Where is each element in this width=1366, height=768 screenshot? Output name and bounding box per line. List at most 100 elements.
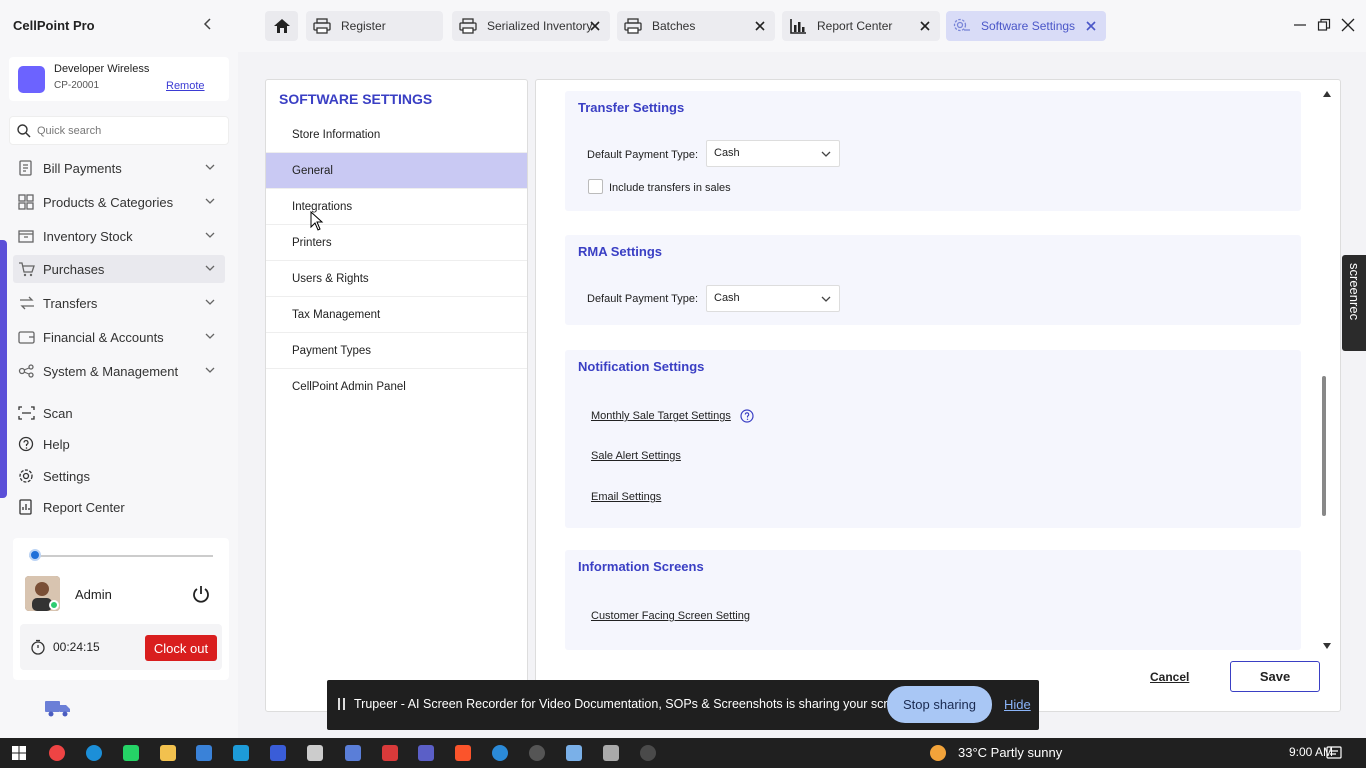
- tab-software-settings[interactable]: Software Settings: [946, 11, 1106, 41]
- edge-icon[interactable]: [86, 745, 102, 761]
- sidebar-item-inventory-stock[interactable]: Inventory Stock: [13, 222, 225, 250]
- quick-search[interactable]: [9, 116, 229, 145]
- timer-text: 00:24:15: [53, 640, 100, 654]
- chevron-down-icon: [205, 299, 215, 305]
- customer-facing-screen-link[interactable]: Customer Facing Screen Setting: [591, 610, 750, 622]
- app-icon[interactable]: [233, 745, 249, 761]
- menu-item-payment-types[interactable]: Payment Types: [266, 333, 527, 369]
- stop-sharing-button[interactable]: Stop sharing: [887, 686, 992, 723]
- app-icon[interactable]: [492, 745, 508, 761]
- menu-item-users-rights[interactable]: Users & Rights: [266, 261, 527, 297]
- gear-icon: [19, 469, 33, 483]
- sidebar-item-system-management[interactable]: System & Management: [13, 357, 225, 385]
- sidebar-item-products-categories[interactable]: Products & Categories: [13, 188, 225, 216]
- whatsapp-icon[interactable]: [123, 745, 139, 761]
- scrollbar-thumb[interactable]: [1322, 376, 1326, 516]
- menu-item-general[interactable]: General: [266, 153, 527, 189]
- app-icon[interactable]: [196, 745, 212, 761]
- sidebar-item-help[interactable]: Help: [13, 430, 225, 458]
- close-icon[interactable]: [754, 20, 766, 32]
- screen-share-bar: Trupeer - AI Screen Recorder for Video D…: [327, 680, 1039, 730]
- power-icon[interactable]: [191, 584, 211, 604]
- window-close-icon[interactable]: [1341, 18, 1355, 32]
- app-icon[interactable]: [529, 745, 545, 761]
- notification-icon[interactable]: [1326, 745, 1342, 761]
- sale-alert-settings-link[interactable]: Sale Alert Settings: [591, 450, 681, 462]
- app-icon[interactable]: [566, 745, 582, 761]
- search-input[interactable]: [37, 122, 222, 140]
- minimize-icon[interactable]: [1293, 18, 1307, 32]
- sidebar-item-scan[interactable]: Scan: [13, 399, 225, 427]
- menu-item-store-information[interactable]: Store Information: [266, 117, 527, 153]
- hide-share-bar-link[interactable]: Hide: [1004, 697, 1031, 712]
- sidebar-item-label: Products & Categories: [43, 194, 174, 210]
- transfer-settings-section: Transfer Settings Default Payment Type: …: [565, 91, 1301, 211]
- windows-start-icon[interactable]: [11, 745, 27, 761]
- calculator-icon[interactable]: [603, 745, 619, 761]
- app-icon[interactable]: [382, 745, 398, 761]
- default-payment-label: Default Payment Type:: [587, 149, 699, 161]
- app-icon[interactable]: [640, 745, 656, 761]
- scroll-up-icon[interactable]: [1322, 90, 1332, 98]
- menu-item-printers[interactable]: Printers: [266, 225, 527, 261]
- sidebar-accent: [0, 240, 7, 498]
- close-icon[interactable]: [919, 20, 931, 32]
- truck-icon[interactable]: [43, 697, 73, 719]
- home-tab[interactable]: [265, 11, 298, 41]
- sidebar-item-purchases[interactable]: Purchases: [13, 255, 225, 283]
- rma-payment-select[interactable]: Cash: [706, 285, 840, 312]
- wallet-icon: [18, 331, 35, 344]
- search-icon: [17, 124, 31, 138]
- restore-icon[interactable]: [1317, 18, 1331, 32]
- menu-item-tax-management[interactable]: Tax Management: [266, 297, 527, 333]
- notification-settings-section: Notification Settings Monthly Sale Targe…: [565, 350, 1301, 528]
- sidebar-item-report-center[interactable]: Report Center: [13, 493, 225, 521]
- sidebar-item-transfers[interactable]: Transfers: [13, 289, 225, 317]
- cancel-button[interactable]: Cancel: [1150, 670, 1189, 684]
- sidebar-item-settings[interactable]: Settings: [13, 462, 225, 490]
- chevron-down-icon: [205, 232, 215, 238]
- question-icon[interactable]: [740, 409, 754, 423]
- cellpoint-app-icon[interactable]: [270, 745, 286, 761]
- store-name: Developer Wireless: [54, 63, 150, 75]
- sidebar-item-financial-accounts[interactable]: Financial & Accounts: [13, 323, 225, 351]
- printer-icon: [459, 18, 477, 34]
- tab-bar: Register Serialized Inventory Batches Re…: [238, 0, 1366, 52]
- chrome-icon[interactable]: [49, 745, 65, 761]
- file-explorer-icon[interactable]: [160, 745, 176, 761]
- weather-text[interactable]: 33°C Partly sunny: [958, 745, 1062, 760]
- brave-icon[interactable]: [455, 745, 471, 761]
- menu-item-cellpoint-admin-panel[interactable]: CellPoint Admin Panel: [266, 369, 527, 405]
- monthly-sale-target-link[interactable]: Monthly Sale Target Settings: [591, 410, 731, 422]
- store-card[interactable]: Developer Wireless CP-20001 Remote: [9, 57, 229, 101]
- sidebar-item-bill-payments[interactable]: Bill Payments: [13, 154, 225, 182]
- section-title: Information Screens: [578, 559, 704, 574]
- sidebar-item-label: Financial & Accounts: [43, 329, 164, 345]
- screenrec-badge[interactable]: screenrec: [1342, 255, 1366, 351]
- teams-icon[interactable]: [418, 745, 434, 761]
- collapse-sidebar-icon[interactable]: [200, 16, 216, 32]
- menu-item-integrations[interactable]: Integrations: [266, 189, 527, 225]
- tab-report-center[interactable]: Report Center: [782, 11, 940, 41]
- include-transfers-checkbox[interactable]: [588, 179, 603, 194]
- clock-out-button[interactable]: Clock out: [145, 635, 217, 661]
- app-icon[interactable]: [307, 745, 323, 761]
- save-button[interactable]: Save: [1230, 661, 1320, 692]
- user-name: Admin: [75, 587, 112, 602]
- close-icon[interactable]: [589, 20, 601, 32]
- close-icon[interactable]: [1085, 20, 1097, 32]
- chart-icon: [790, 19, 806, 34]
- transfer-payment-select[interactable]: Cash: [706, 140, 840, 167]
- scroll-down-icon[interactable]: [1322, 642, 1332, 650]
- windows-taskbar: 33°C Partly sunny 9:00 AM: [0, 738, 1366, 768]
- tab-serialized-inventory[interactable]: Serialized Inventory: [452, 11, 610, 41]
- tab-batches[interactable]: Batches: [617, 11, 775, 41]
- tab-register[interactable]: Register: [306, 11, 443, 41]
- slider-knob[interactable]: [29, 549, 41, 561]
- email-settings-link[interactable]: Email Settings: [591, 491, 661, 503]
- settings-content-panel: Transfer Settings Default Payment Type: …: [535, 79, 1341, 712]
- home-icon: [273, 19, 290, 33]
- remote-link[interactable]: Remote: [166, 80, 205, 92]
- select-value: Cash: [714, 292, 740, 304]
- app-icon[interactable]: [345, 745, 361, 761]
